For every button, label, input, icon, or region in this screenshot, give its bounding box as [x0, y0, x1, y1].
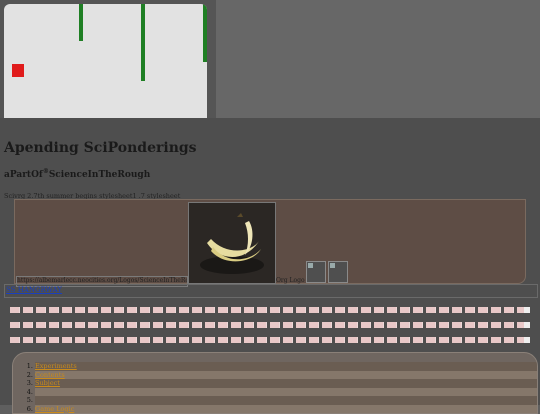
nav-link-game-logic[interactable]: Game Logic — [35, 405, 74, 413]
page-subtitle: aPartOf®ScienceInTheRough — [4, 168, 150, 180]
nav-item: Experiments — [35, 362, 537, 371]
subtitle-prefix: aPartOf — [4, 170, 43, 180]
divider-row — [10, 307, 530, 313]
pipe-obstacle-icon — [203, 4, 207, 62]
nav-item — [35, 396, 537, 405]
game-side-panel — [216, 0, 540, 118]
banana-photo-svg — [189, 203, 275, 283]
player-square-icon — [12, 64, 24, 77]
nav-item: Game Logic — [35, 404, 537, 413]
page-title: Apending SciPonderings — [4, 140, 197, 156]
nav-list: Experiments Contents Subject Game Logic — [13, 362, 537, 413]
pipe-obstacle-icon — [141, 4, 145, 81]
org-logo-label: Org Logo — [276, 277, 305, 284]
nav-item: Subject — [35, 379, 537, 388]
nav-link-subject[interactable]: Subject — [35, 379, 60, 387]
nav-item — [35, 387, 537, 396]
nav-link-contents[interactable]: Contents — [35, 371, 65, 379]
broken-image-icon — [306, 261, 326, 283]
hangar-bar — [4, 284, 538, 298]
subtitle-rest: ScienceInTheRough — [48, 170, 151, 180]
page-body: Apending SciPonderings aPartOf®ScienceIn… — [0, 118, 540, 414]
divider-row — [10, 337, 530, 343]
pipe-obstacle-icon — [79, 4, 83, 41]
divider-row — [10, 322, 530, 328]
nav-item: Contents — [35, 370, 537, 379]
banana-photo — [188, 202, 276, 284]
nav-link-experiments[interactable]: Experiments — [35, 362, 77, 370]
game-canvas[interactable] — [4, 4, 207, 129]
game-frame — [0, 0, 216, 133]
broken-image-icon — [328, 261, 348, 283]
hangar-link[interactable]: SS HANGRWAY — [6, 286, 62, 294]
